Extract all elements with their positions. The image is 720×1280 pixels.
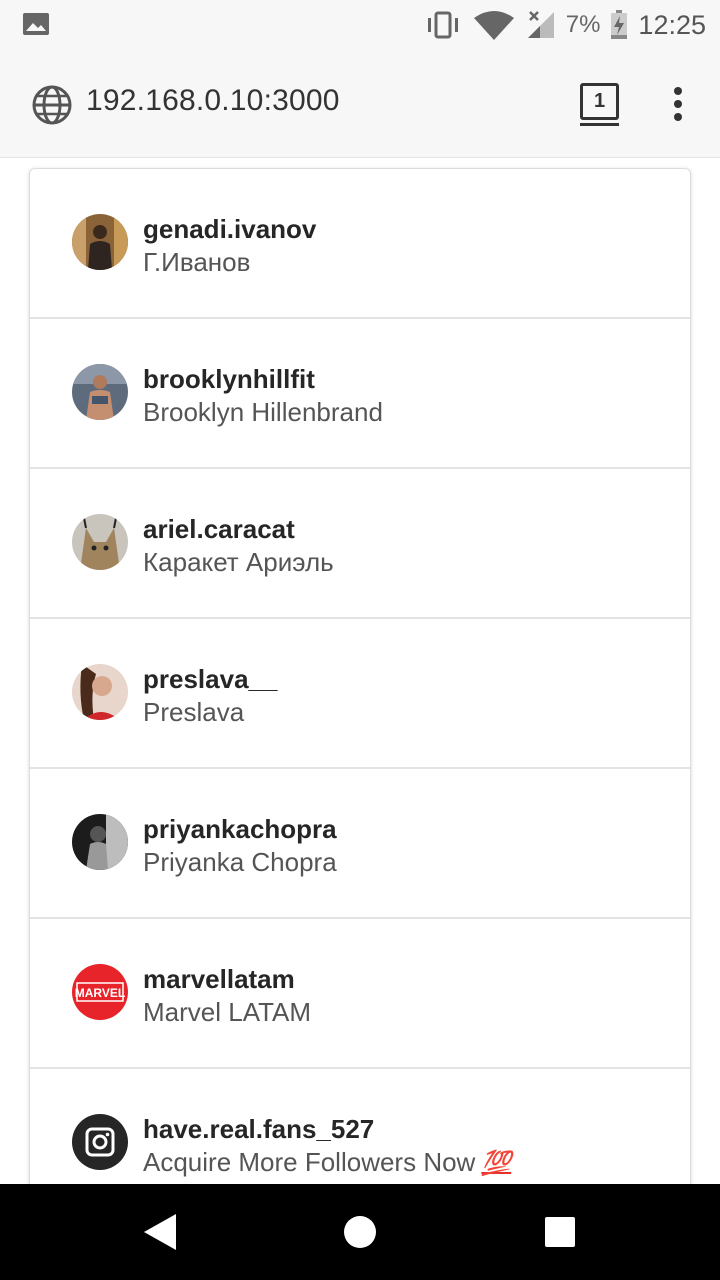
status-time: 12:25 bbox=[638, 9, 706, 40]
hundred-emoji-icon: 💯 bbox=[481, 1150, 512, 1177]
list-item[interactable]: brooklynhillfit Brooklyn Hillenbrand bbox=[30, 319, 690, 469]
full-name: Г.Иванов bbox=[143, 247, 251, 277]
image-icon bbox=[23, 13, 49, 35]
username: brooklynhillfit bbox=[143, 364, 315, 394]
recents-button[interactable] bbox=[500, 1184, 620, 1280]
username: preslava__ bbox=[143, 664, 278, 694]
home-icon bbox=[344, 1216, 376, 1248]
full-name: Marvel LATAM bbox=[143, 997, 312, 1027]
username: ariel.caracat bbox=[143, 514, 295, 544]
back-button[interactable] bbox=[100, 1184, 220, 1280]
list-item[interactable]: preslava__ Preslava bbox=[30, 619, 690, 769]
url-field[interactable]: 192.168.0.10:3000 bbox=[86, 84, 340, 118]
globe-icon[interactable] bbox=[31, 84, 73, 126]
camera-icon bbox=[72, 1114, 128, 1170]
followers-list: genadi.ivanov Г.Иванов brooklynhillfit B… bbox=[29, 168, 691, 1268]
avatar: MARVEL bbox=[72, 964, 128, 1020]
list-item[interactable]: ariel.caracat Каракет Ариэль bbox=[30, 469, 690, 619]
username: have.real.fans_527 bbox=[143, 1114, 375, 1144]
full-name: Preslava bbox=[143, 697, 245, 727]
avatar bbox=[72, 814, 128, 870]
back-icon bbox=[144, 1214, 176, 1250]
list-item[interactable]: genadi.ivanov Г.Иванов bbox=[30, 169, 690, 319]
full-name: Каракет Ариэль bbox=[143, 547, 334, 577]
username: priyankachopra bbox=[143, 814, 337, 844]
username: genadi.ivanov bbox=[143, 214, 317, 244]
avatar bbox=[72, 664, 128, 720]
system-nav-bar bbox=[0, 1184, 720, 1280]
full-name: Priyanka Chopra bbox=[143, 847, 337, 877]
battery-percent: 7% bbox=[565, 11, 601, 38]
wifi-icon bbox=[471, 11, 514, 40]
home-button[interactable] bbox=[300, 1184, 420, 1280]
avatar bbox=[72, 214, 128, 270]
tab-switcher-button[interactable]: 1 bbox=[580, 83, 619, 126]
recents-icon bbox=[545, 1217, 575, 1247]
username: marvellatam bbox=[143, 964, 295, 994]
vibrate-icon bbox=[427, 11, 458, 39]
avatar bbox=[72, 1114, 128, 1170]
avatar bbox=[72, 514, 128, 570]
full-name: Brooklyn Hillenbrand bbox=[143, 397, 383, 427]
list-item[interactable]: MARVEL marvellatam Marvel LATAM bbox=[30, 919, 690, 1069]
more-vert-icon[interactable] bbox=[668, 86, 688, 122]
list-item[interactable]: priyankachopra Priyanka Chopra bbox=[30, 769, 690, 919]
cell-signal-icon bbox=[527, 11, 554, 38]
browser-toolbar: 192.168.0.10:3000 1 bbox=[0, 50, 720, 158]
marvel-logo-text: MARVEL bbox=[75, 986, 125, 1000]
avatar bbox=[72, 364, 128, 420]
full-name: Acquire More Followers Now 💯 bbox=[143, 1147, 512, 1177]
battery-charging-icon bbox=[611, 10, 628, 39]
status-bar: 7% 12:25 bbox=[0, 0, 720, 50]
